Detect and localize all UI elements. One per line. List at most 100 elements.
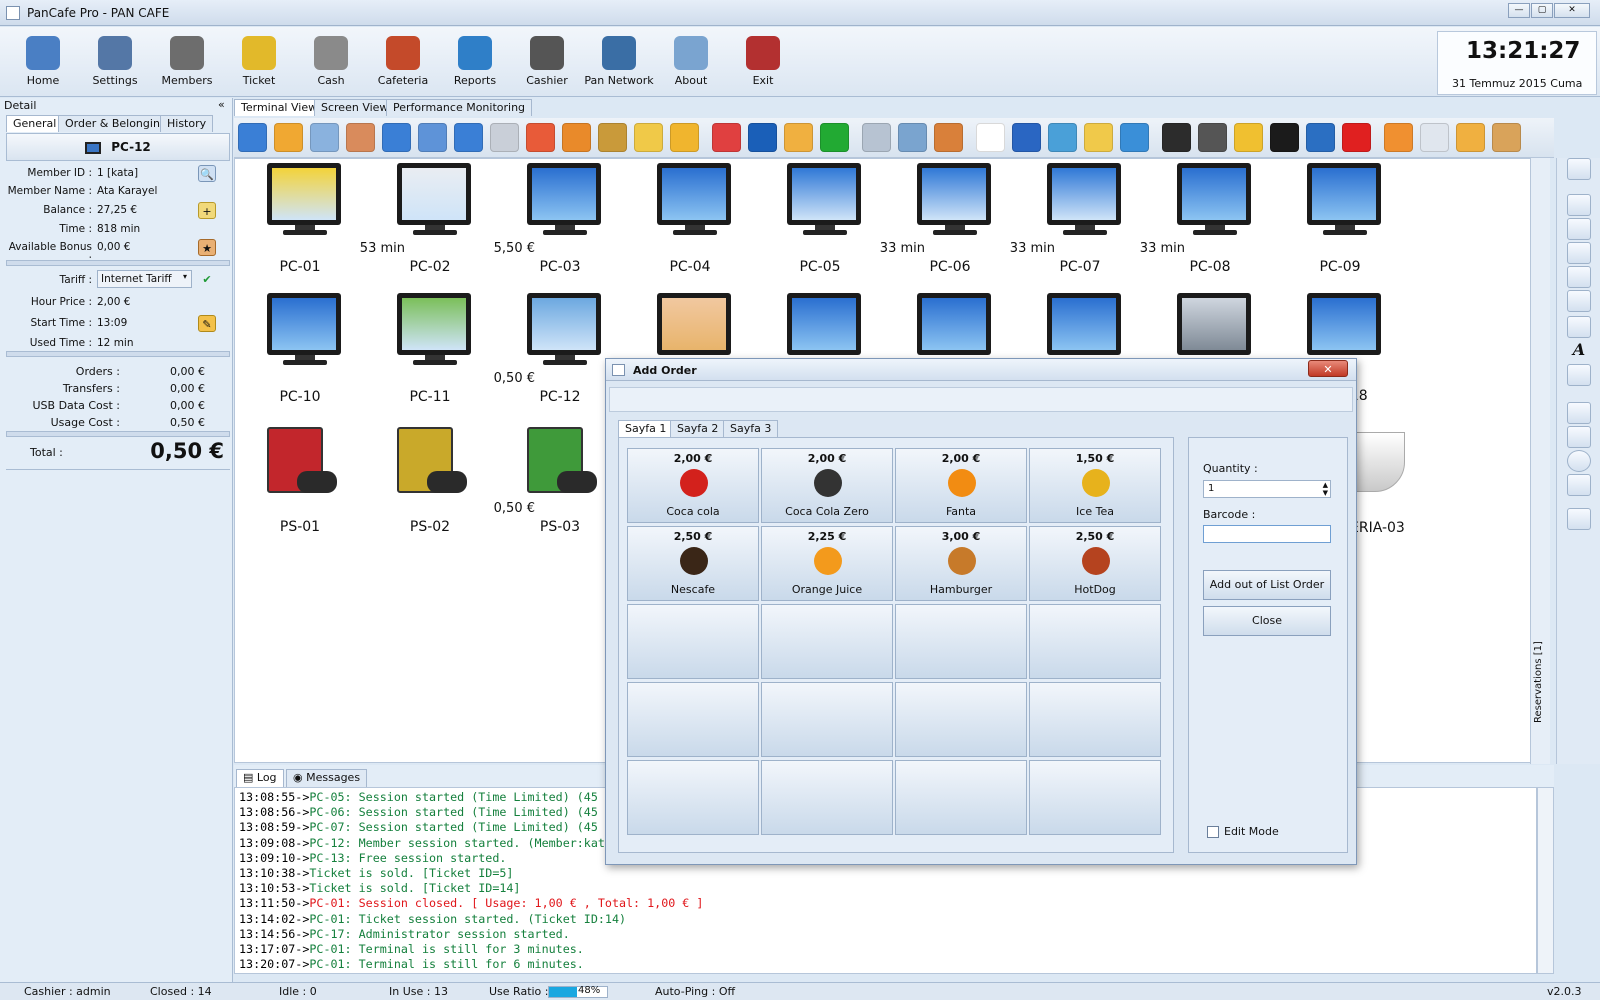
gift-icon[interactable] (526, 123, 555, 152)
export-icon[interactable] (1567, 364, 1591, 386)
tab-general[interactable]: General (6, 115, 64, 132)
view-large-icon[interactable] (1567, 194, 1591, 216)
product-button[interactable]: 2,50 € HotDog (1029, 526, 1161, 601)
terminal-tile[interactable]: 33 min PC-07 (1015, 159, 1185, 279)
tab-sayfa-2[interactable]: Sayfa 2 (670, 420, 726, 437)
terminal-tile[interactable]: PC-08 (1145, 159, 1251, 279)
member-icon[interactable] (346, 123, 375, 152)
terminal-tile[interactable]: 33 min PC-05 (755, 159, 925, 279)
power-off-icon[interactable] (712, 123, 741, 152)
safe-icon[interactable] (598, 123, 627, 152)
view-list-icon[interactable] (1567, 290, 1591, 312)
close-window-button[interactable]: ✕ (1554, 3, 1590, 18)
console-icon[interactable] (1198, 123, 1227, 152)
toolbar-cafeteria-button[interactable]: Cafeteria (367, 30, 439, 94)
tab-sayfa-1[interactable]: Sayfa 1 (618, 420, 674, 437)
restart-icon[interactable] (784, 123, 813, 152)
product-button[interactable]: 2,00 € Coca Cola Zero (761, 448, 893, 523)
terminal-tile[interactable] (1275, 289, 1381, 359)
face-icon[interactable] (976, 123, 1005, 152)
stop-icon[interactable] (454, 123, 483, 152)
list-icon[interactable] (1567, 426, 1591, 448)
log-scrollbar[interactable] (1537, 787, 1554, 974)
toolbar-home-button[interactable]: Home (7, 30, 79, 94)
toolbar-cash-register-button[interactable]: Cash (295, 30, 367, 94)
terminal-tile[interactable]: 5,50 € PC-02 (365, 159, 535, 279)
view-small-icon[interactable] (1567, 242, 1591, 264)
minimize-button[interactable]: — (1508, 3, 1530, 18)
tab-order-belonging[interactable]: Order & Belonging (58, 115, 174, 132)
search-folder-icon[interactable] (1084, 123, 1113, 152)
p-icon[interactable] (1270, 123, 1299, 152)
app-icon[interactable] (6, 6, 20, 20)
apply-tariff-check-icon[interactable]: ✔ (198, 271, 216, 288)
usb-icon[interactable] (1306, 123, 1335, 152)
edit-pencil-icon[interactable]: ✎ (198, 315, 216, 332)
terminal-tile[interactable]: 53 min PC-01 (235, 159, 405, 279)
quantity-stepper[interactable]: 1 ▲ ▼ (1203, 480, 1331, 498)
tab-history[interactable]: History (160, 115, 214, 132)
note-icon[interactable] (634, 123, 663, 152)
toolbar-globe-button[interactable]: Pan Network (583, 30, 655, 94)
report-list-icon[interactable] (1420, 123, 1449, 152)
toolbar-gear-button[interactable]: Settings (79, 30, 151, 94)
tariff-select[interactable]: Internet Tariff ▾ (97, 270, 192, 288)
terminal-tile[interactable]: 0,PC-12 (495, 289, 665, 409)
tab-performance-monitoring[interactable]: Performance Monitoring (386, 99, 533, 116)
view-tiny-icon[interactable] (1567, 266, 1591, 288)
barcode-input[interactable] (1203, 525, 1331, 543)
terminal-tile[interactable] (625, 289, 731, 359)
terminal-cmd-icon[interactable] (1162, 123, 1191, 152)
block-icon[interactable] (1342, 123, 1371, 152)
ie-icon[interactable] (1012, 123, 1041, 152)
cash-icon[interactable] (1492, 123, 1521, 152)
terminal-tile[interactable] (1145, 289, 1251, 359)
terminal-tile[interactable]: PC-04 (625, 159, 731, 279)
toolbar-reports-button[interactable]: Reports (439, 30, 511, 94)
terminal-tile[interactable]: 0,50 € PC-11 (365, 289, 535, 409)
product-button[interactable]: 2,00 € Fanta (895, 448, 1027, 523)
tab-log[interactable]: ▤ Log (236, 769, 284, 787)
play-icon[interactable] (820, 123, 849, 152)
tools-icon[interactable] (1567, 508, 1591, 530)
remote-icon[interactable] (934, 123, 963, 152)
terminal-tile[interactable]: 33 min PC-06 (885, 159, 1055, 279)
product-button[interactable]: 1,50 € Ice Tea (1029, 448, 1161, 523)
product-button[interactable]: 2,25 € Orange Juice (761, 526, 893, 601)
terminal-tile[interactable]: 0,50 € PS-02 (365, 419, 535, 539)
dialog-close-button[interactable]: ✕ (1308, 360, 1348, 377)
toolbar-cashier-button[interactable]: Cashier (511, 30, 583, 94)
settings-gear-icon[interactable] (1456, 123, 1485, 152)
terminal-tile[interactable] (1015, 289, 1121, 359)
bonus-icon[interactable]: ★ (198, 239, 216, 256)
pause-icon[interactable] (382, 123, 411, 152)
layout-icon[interactable] (1567, 158, 1591, 180)
edit-mode-checkbox[interactable] (1207, 826, 1219, 838)
add-balance-icon[interactable]: + (198, 202, 216, 219)
collapse-panel-icon[interactable]: « (218, 98, 225, 111)
eye-icon[interactable] (862, 123, 891, 152)
food-order-icon[interactable] (562, 123, 591, 152)
terminal-tile[interactable]: PC-09 (1275, 159, 1381, 279)
spin-icon[interactable]: ▲ ▼ (1323, 481, 1328, 497)
toolbar-about-button[interactable]: About (655, 30, 727, 94)
add-out-of-list-order-button[interactable]: Add out of List Order (1203, 570, 1331, 600)
volume-icon[interactable] (1120, 123, 1149, 152)
terminal-tile[interactable]: 14,PS-03 (495, 419, 665, 539)
terminal-tile[interactable]: PC-10 (235, 289, 341, 409)
toolbar-ticket-button[interactable]: Ticket (223, 30, 295, 94)
terminal-tile[interactable] (885, 289, 991, 359)
tab-screen-view[interactable]: Screen View (314, 99, 396, 116)
font-icon[interactable]: A (1567, 340, 1591, 362)
screen-icon[interactable] (1567, 316, 1591, 338)
refresh-icon[interactable] (1048, 123, 1077, 152)
free-session-icon[interactable] (274, 123, 303, 152)
group-icon[interactable] (310, 123, 339, 152)
toolbar-members-button[interactable]: Members (151, 30, 223, 94)
flash-icon[interactable] (1234, 123, 1263, 152)
search-member-icon[interactable]: 🔍 (198, 165, 216, 182)
windows-icon[interactable] (1384, 123, 1413, 152)
tab-sayfa-3[interactable]: Sayfa 3 (723, 420, 779, 437)
terminal-tile[interactable]: PC-03 (495, 159, 601, 279)
reservations-strip[interactable]: Reservations [1] (1530, 158, 1550, 764)
